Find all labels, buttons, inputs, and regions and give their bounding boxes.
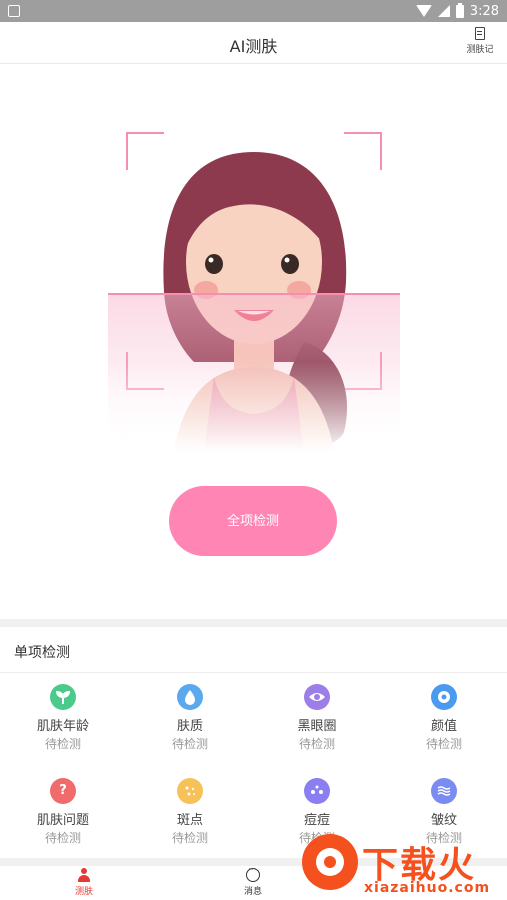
- section-line: [0, 672, 507, 673]
- detect-item-status: 待检测: [298, 737, 335, 751]
- wrinkle-icon: [431, 778, 457, 804]
- section-divider: [0, 619, 507, 627]
- detect-item-status: 待检测: [44, 831, 81, 845]
- flame-logo-icon: [302, 834, 358, 890]
- detect-item-status: 待检测: [44, 737, 81, 751]
- detect-item-name: 黑眼圈: [297, 719, 337, 734]
- dots-icon: [177, 778, 203, 804]
- avatar-fade: [108, 362, 400, 452]
- eye-icon: [304, 684, 330, 710]
- detect-item-skin-type[interactable]: 肤质 待检测: [127, 684, 253, 752]
- status-time: 3:28: [469, 3, 499, 19]
- detect-item-name: 斑点: [176, 813, 203, 828]
- full-detect-button[interactable]: 全项检测: [169, 486, 337, 556]
- detect-item-status: 待检测: [171, 737, 208, 751]
- wifi-icon: [415, 5, 432, 17]
- battery-icon: [455, 2, 464, 18]
- detect-item-skin-age[interactable]: 肌肤年龄 待检测: [0, 684, 126, 752]
- detect-item-status: 待检测: [171, 831, 208, 845]
- person-icon: [77, 868, 91, 882]
- detect-item-skin-problem[interactable]: ? 肌肤问题 待检测: [0, 778, 126, 846]
- status-bar: 3:28: [0, 0, 507, 22]
- detect-item-appearance[interactable]: 颜值 待检测: [381, 684, 507, 752]
- detect-item-name: 肌肤年龄: [36, 719, 89, 734]
- tab-skin-test[interactable]: 测肤: [54, 868, 114, 897]
- detect-item-dark-circle[interactable]: 黑眼圈 待检测: [254, 684, 380, 752]
- chat-bubble-icon: [246, 865, 260, 882]
- detect-item-status: 待检测: [425, 737, 462, 751]
- pimple-icon: [304, 778, 330, 804]
- app-notification-icon: [8, 5, 20, 17]
- flower-icon: [431, 684, 457, 710]
- signal-icon: [437, 5, 450, 17]
- tab-label: 测肤: [74, 887, 93, 897]
- tab-messages[interactable]: 消息: [223, 865, 283, 897]
- watermark-subtext: xiazaihuo.com: [364, 880, 491, 896]
- question-icon: ?: [50, 778, 76, 804]
- detect-item-name: 皱纹: [430, 813, 457, 828]
- document-icon: [475, 27, 485, 40]
- detect-item-name: 肤质: [176, 719, 203, 734]
- face-scan-frame: [108, 132, 400, 452]
- single-detect-title: 单项检测: [14, 645, 70, 661]
- detect-item-spots[interactable]: 斑点 待检测: [127, 778, 253, 846]
- tab-label: 消息: [243, 887, 262, 897]
- app-header: AI测肤 测肤记: [0, 22, 507, 64]
- page-title: AI测肤: [229, 37, 278, 56]
- status-icons: 3:28: [415, 2, 499, 20]
- skin-record-label: 测肤记: [466, 45, 494, 55]
- scan-area: 全项检测: [0, 64, 507, 619]
- skin-record-button[interactable]: 测肤记: [463, 27, 497, 55]
- detect-item-name: 颜值: [430, 719, 457, 734]
- detect-item-name: 痘痘: [303, 813, 330, 828]
- watermark-logo: 下载火 xiazaihuo.com: [298, 832, 507, 900]
- scan-line: [108, 293, 400, 295]
- sprout-icon: [50, 684, 76, 710]
- detect-item-name: 肌肤问题: [36, 813, 89, 828]
- water-drop-icon: [177, 684, 203, 710]
